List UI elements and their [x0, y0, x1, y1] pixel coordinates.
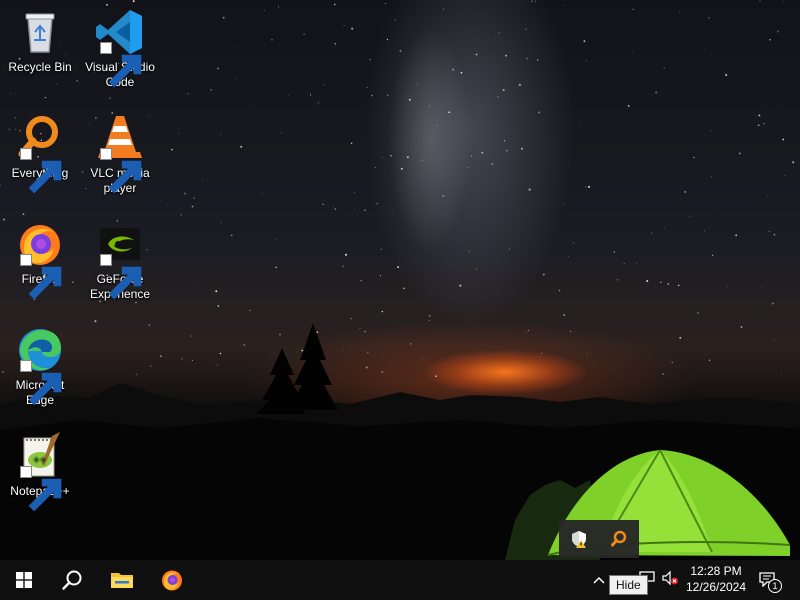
recycle-bin-icon — [14, 6, 66, 58]
notification-center-button[interactable]: 1 — [756, 570, 782, 593]
edge-icon — [14, 324, 66, 406]
file-explorer-icon — [110, 570, 134, 590]
shortcut-arrow-icon — [100, 148, 142, 194]
search-button[interactable] — [48, 560, 96, 600]
volume-muted-icon — [661, 570, 679, 591]
shortcut-arrow-icon — [20, 148, 62, 194]
volume-tray-button[interactable] — [660, 570, 680, 590]
notepad-plus-plus-icon: ++ — [14, 430, 66, 512]
shortcut-arrow-icon — [100, 254, 142, 300]
desktop-icon-firefox[interactable]: Firefox — [0, 218, 80, 300]
clock-date: 12/26/2024 — [685, 580, 747, 594]
chevron-up-icon — [593, 571, 605, 589]
show-hidden-icons-button[interactable] — [590, 570, 608, 590]
clock[interactable]: 12:28 PM 12/26/2024 — [680, 563, 752, 595]
shortcut-arrow-icon — [20, 254, 62, 300]
nvidia-icon — [94, 218, 146, 300]
notification-center-icon: 1 — [758, 571, 782, 593]
clock-time: 12:28 PM — [690, 564, 742, 578]
desktop-icon-microsoft-edge[interactable]: Microsoft Edge — [0, 324, 80, 408]
desktop-icon-everything[interactable]: Everything — [0, 112, 80, 194]
hidden-icons-flyout — [559, 520, 639, 558]
hide-tooltip: Hide — [609, 575, 648, 595]
shortcut-arrow-icon — [20, 466, 62, 512]
windows-logo-icon — [16, 572, 32, 588]
taskbar-firefox[interactable] — [148, 560, 196, 600]
taskbar-file-explorer[interactable] — [98, 560, 146, 600]
desktop-icon-visual-studio-code[interactable]: Visual Studio Code — [80, 6, 160, 90]
taskbar: 12:28 PM 12/26/2024 1 — [0, 560, 800, 600]
desktop-icon-notepad-plus-plus[interactable]: ++ Notepad++ — [0, 430, 80, 512]
svg-text:++: ++ — [33, 455, 46, 464]
vlc-cone-icon — [94, 112, 146, 194]
desktop-icon-label: Recycle Bin — [8, 60, 72, 74]
start-button[interactable] — [0, 560, 48, 600]
desktop-wallpaper: Recycle Bin Visual Studio Code Everythin… — [0, 0, 800, 560]
desktop-icon-recycle-bin[interactable]: Recycle Bin — [0, 6, 80, 75]
desktop-icon-geforce-experience[interactable]: GeForce Experience — [80, 218, 160, 302]
firefox-icon — [14, 218, 66, 300]
firefox-icon — [160, 568, 184, 592]
shortcut-arrow-icon — [20, 360, 62, 406]
vscode-icon — [94, 6, 146, 88]
everything-search-icon — [14, 112, 66, 194]
desktop-icon-vlc-media-player[interactable]: VLC media player — [80, 112, 160, 196]
everything-search-icon[interactable] — [608, 528, 630, 550]
notification-count-badge: 1 — [768, 579, 782, 593]
shortcut-arrow-icon — [100, 42, 142, 88]
security-shield-warning-icon[interactable] — [568, 528, 590, 550]
search-icon — [61, 569, 83, 591]
